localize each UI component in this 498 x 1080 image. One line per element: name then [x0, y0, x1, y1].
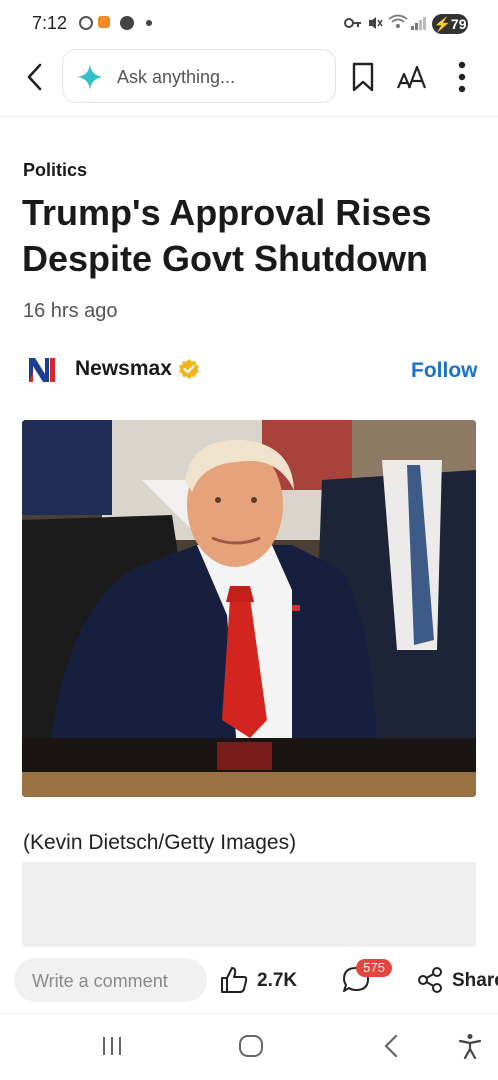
battery-bolt-icon: ⚡: [433, 16, 451, 32]
article-category[interactable]: Politics: [23, 160, 87, 181]
status-bar: 7:12 ⚡79: [0, 0, 498, 46]
more-notifications-dot: [146, 20, 152, 26]
article-photo: [22, 420, 476, 797]
search-input[interactable]: [115, 62, 319, 92]
wifi-icon: [388, 14, 408, 28]
like-count[interactable]: 2.7K: [257, 970, 297, 992]
more-options-icon[interactable]: [456, 60, 468, 94]
back-icon[interactable]: [24, 62, 46, 92]
app-notification-icon: [98, 16, 110, 28]
bookmark-icon[interactable]: [351, 62, 375, 92]
notification-icon: [79, 16, 93, 30]
search-bar[interactable]: [62, 49, 336, 103]
nav-back-icon[interactable]: [382, 1034, 400, 1058]
article-timestamp: 16 hrs ago: [23, 300, 118, 322]
home-icon[interactable]: [238, 1034, 264, 1058]
accessibility-icon[interactable]: [458, 1033, 482, 1059]
battery-indicator: ⚡79: [432, 14, 468, 34]
share-label[interactable]: Share: [452, 970, 498, 992]
nav-divider: [0, 1013, 498, 1014]
signal-icon: [411, 17, 426, 30]
app-notification-icon-2: [120, 16, 134, 30]
recent-apps-icon[interactable]: [101, 1035, 123, 1057]
comment-field[interactable]: [14, 958, 207, 1002]
article-headline: Trump's Approval Rises Despite Govt Shut…: [22, 192, 432, 279]
text-size-icon[interactable]: [396, 63, 428, 91]
comment-count-badge[interactable]: 575: [356, 959, 392, 977]
copilot-sparkle-icon: [77, 64, 103, 90]
like-icon[interactable]: [219, 965, 249, 995]
verified-badge-icon: [179, 359, 199, 379]
newsmax-logo[interactable]: [27, 355, 57, 385]
article-image[interactable]: [22, 420, 476, 797]
battery-level: 79: [450, 16, 467, 32]
comment-input[interactable]: [30, 966, 204, 996]
status-time: 7:12: [32, 13, 68, 33]
image-caption: (Kevin Dietsch/Getty Images): [23, 831, 297, 854]
header-divider: [0, 116, 498, 117]
share-icon[interactable]: [416, 966, 444, 994]
vpn-key-icon: [344, 18, 361, 28]
follow-button[interactable]: Follow: [411, 359, 478, 383]
publisher-name[interactable]: Newsmax: [75, 357, 172, 381]
mute-icon: [369, 17, 383, 29]
